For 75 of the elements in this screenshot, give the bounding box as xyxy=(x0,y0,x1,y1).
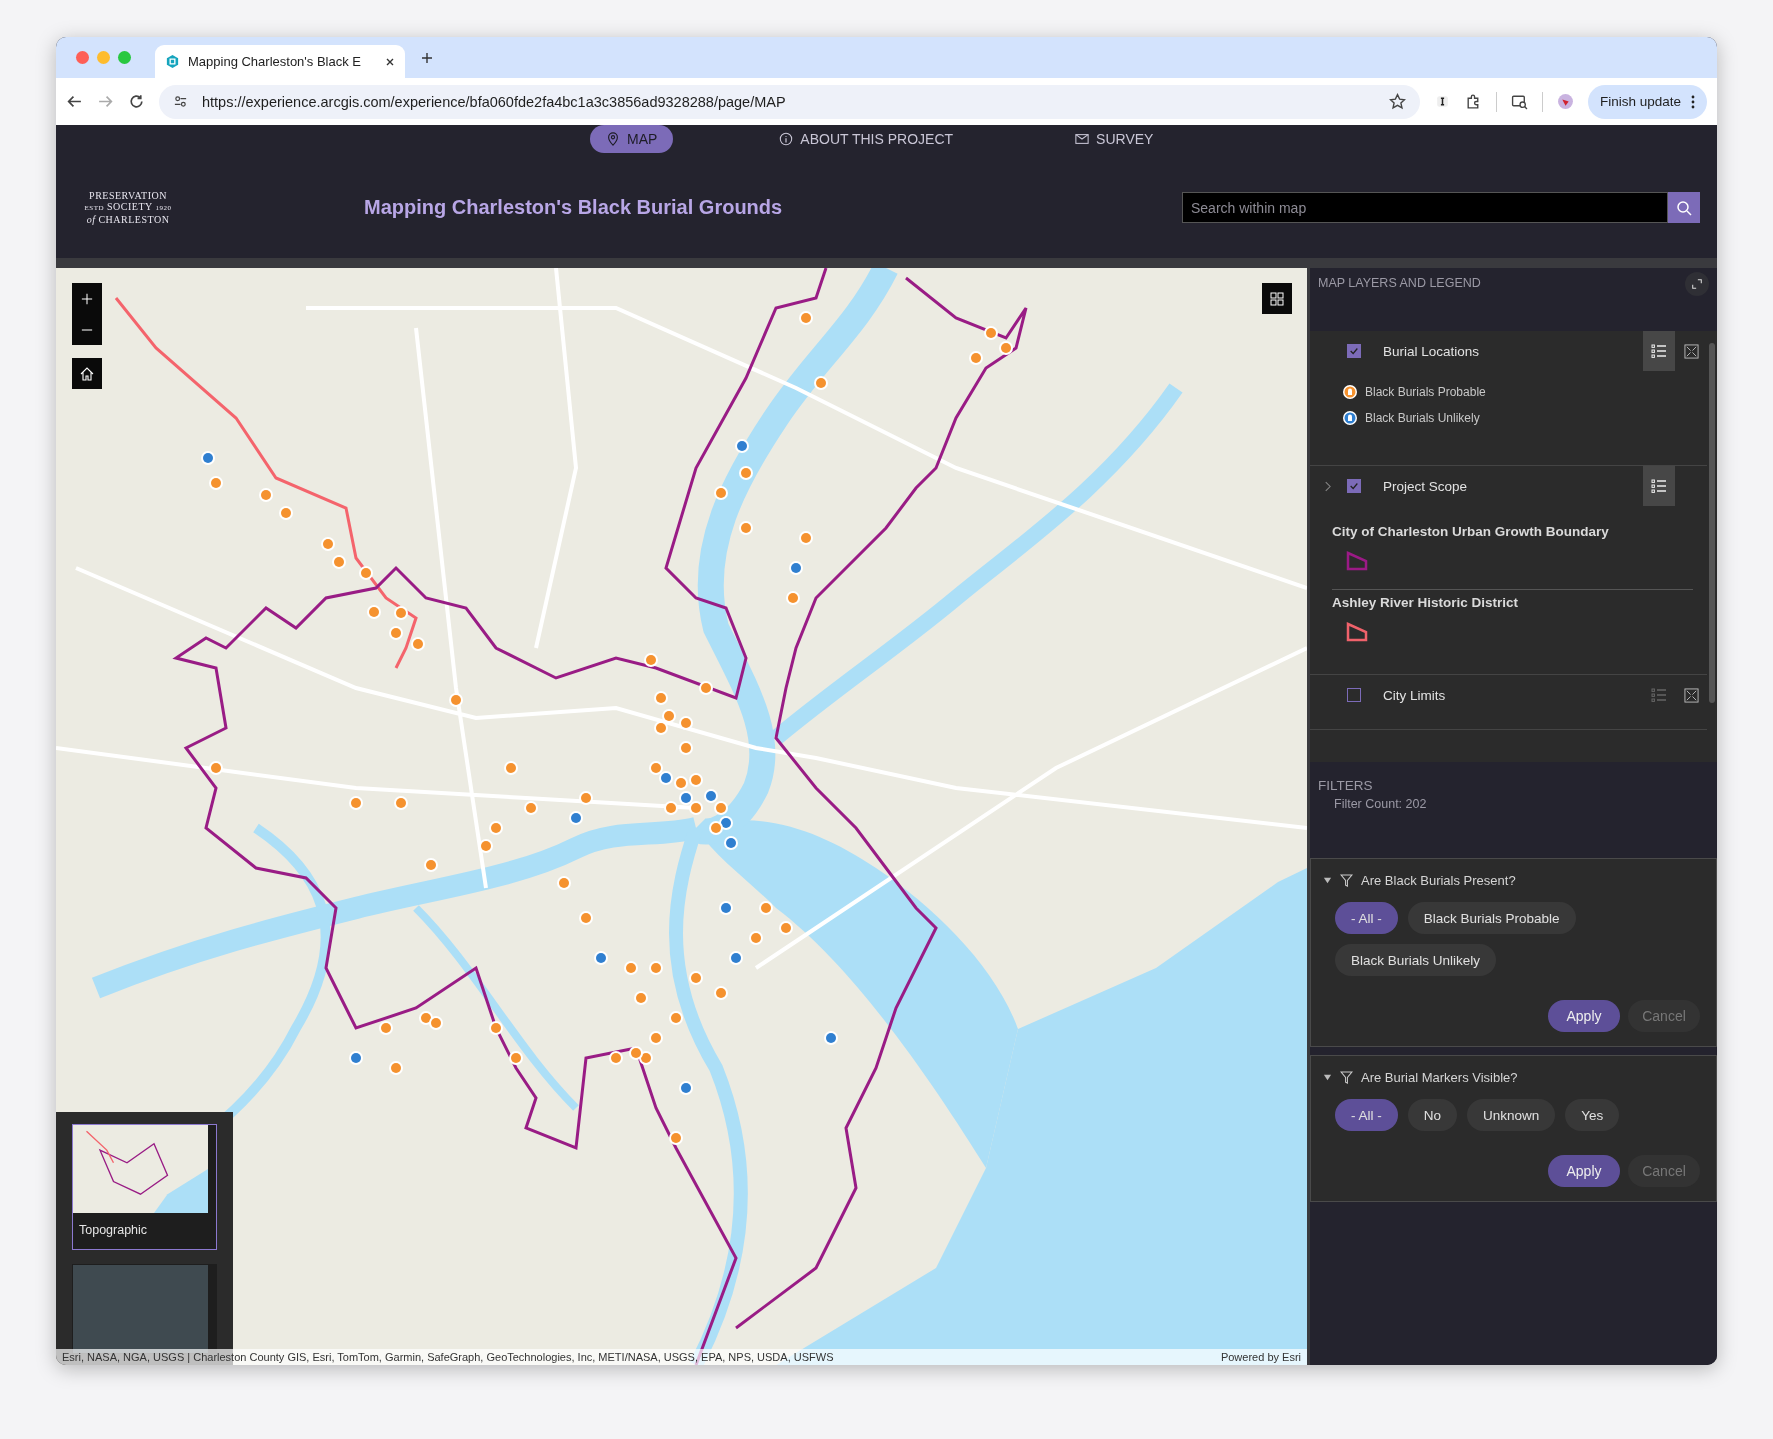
more-menu-icon xyxy=(1691,94,1695,109)
search-icon xyxy=(1676,199,1692,216)
expand-panel-button[interactable] xyxy=(1685,272,1709,296)
layer-name: Burial Locations xyxy=(1383,343,1481,359)
finish-update-button[interactable]: Finish update xyxy=(1587,84,1707,119)
search-button[interactable] xyxy=(1668,192,1700,223)
legend-toggle-button[interactable] xyxy=(1643,331,1675,371)
filter-funnel-icon xyxy=(1340,1071,1353,1084)
caret-down-icon[interactable] xyxy=(1323,876,1332,885)
info-icon xyxy=(779,132,794,146)
chevron-right-icon[interactable] xyxy=(1324,480,1331,492)
apply-button[interactable]: Apply xyxy=(1548,1000,1620,1032)
caret-down-icon[interactable] xyxy=(1323,1073,1332,1082)
filter-question: Are Black Burials Present? xyxy=(1361,873,1516,888)
tab-search-icon[interactable] xyxy=(1510,93,1528,110)
legend-label: Black Burials Probable xyxy=(1365,385,1486,399)
filter-option-chip[interactable]: Black Burials Unlikely xyxy=(1335,944,1497,976)
filter-option-chip[interactable]: No xyxy=(1407,1099,1458,1131)
filter-funnel-icon xyxy=(1340,874,1353,887)
profile-avatar-icon[interactable] xyxy=(1556,93,1574,110)
filter-option-chip[interactable]: Black Burials Probable xyxy=(1407,902,1576,934)
filter-count: Filter Count: 202 xyxy=(1334,797,1428,811)
home-button[interactable] xyxy=(72,358,102,389)
layer-checkbox[interactable] xyxy=(1347,479,1361,493)
nav-tab[interactable]: MAP xyxy=(590,125,674,153)
browser-tab[interactable]: Mapping Charleston's Black E xyxy=(155,45,405,78)
address-bar[interactable]: https://experience.arcgis.com/experience/bfa060fde2fa4bc1a3c3856ad9328288/page/MAP xyxy=(159,84,1420,119)
page-title: Mapping Charleston's Black Burial Grounds xyxy=(364,196,784,219)
powered-by-text: Powered by Esri xyxy=(1220,1351,1301,1363)
search-field[interactable]: Search within map xyxy=(1182,192,1668,223)
site-settings-icon[interactable] xyxy=(173,94,188,109)
checkmark-icon xyxy=(1349,346,1359,356)
list-icon xyxy=(1651,687,1667,703)
layer-name: Project Scope xyxy=(1383,478,1469,494)
reload-icon[interactable] xyxy=(128,93,145,110)
section-heading: FILTERS xyxy=(1318,778,1374,793)
expand-icon xyxy=(1691,278,1703,290)
tab-title: Mapping Charleston's Black E xyxy=(188,54,362,69)
filter-option-chip[interactable]: - All - xyxy=(1335,1099,1398,1131)
close-icon[interactable] xyxy=(385,56,395,67)
nav-tab[interactable]: ABOUT THIS PROJECT xyxy=(763,125,970,153)
site-favicon-icon xyxy=(165,54,180,69)
expand-arrows-icon xyxy=(1683,343,1699,359)
apply-button[interactable]: Apply xyxy=(1548,1155,1620,1187)
legend-toggle-button[interactable] xyxy=(1643,466,1675,506)
map-pin-icon xyxy=(606,132,620,146)
url-text: https://experience.arcgis.com/experience/bfa060fde2fa4bc1a3c3856ad9328288/page/MAP xyxy=(202,93,787,110)
bookmark-star-icon[interactable] xyxy=(1388,93,1406,110)
sublayer-title: City of Charleston Urban Growth Boundary xyxy=(1332,524,1610,539)
zoom-in-button[interactable] xyxy=(72,283,102,314)
filter-option-chip[interactable]: Yes xyxy=(1565,1099,1620,1131)
checkmark-icon xyxy=(1349,481,1359,491)
sublayer-title: Ashley River Historic District xyxy=(1332,595,1520,610)
nav-tab[interactable]: SURVEY xyxy=(1059,125,1170,153)
back-arrow-icon[interactable] xyxy=(66,93,83,110)
list-icon xyxy=(1651,478,1667,494)
envelope-icon xyxy=(1075,132,1090,146)
list-icon xyxy=(1651,343,1667,359)
plus-icon xyxy=(81,292,93,305)
widget-grid-button[interactable] xyxy=(1262,283,1292,314)
zoom-out-button[interactable] xyxy=(72,314,102,345)
grid-icon xyxy=(1269,290,1285,307)
layer-name: City Limits xyxy=(1383,687,1447,703)
map-attribution: Esri, NASA, NGA, USGS | Charleston County GIS, Esri, TomTom, Garmin, SafeGraph, GeoTechnologies, Inc, METI/NASA, USGS, EPA, NPS, USDA, USFWS xyxy=(62,1351,834,1363)
filter-option-chip[interactable]: Unknown xyxy=(1467,1099,1556,1131)
filter-question: Are Burial Markers Visible? xyxy=(1361,1070,1518,1085)
expand-arrows-icon xyxy=(1683,687,1699,703)
layer-checkbox[interactable] xyxy=(1347,344,1361,358)
section-heading: MAP LAYERS AND LEGEND xyxy=(1318,276,1481,290)
basemap-option[interactable]: Topographic xyxy=(72,1124,217,1250)
legend-label: Black Burials Unlikely xyxy=(1365,411,1480,425)
home-icon xyxy=(79,365,95,382)
new-tab-icon[interactable] xyxy=(421,51,433,64)
filter-option-chip[interactable]: - All - xyxy=(1335,902,1398,934)
layer-checkbox[interactable] xyxy=(1347,688,1361,702)
